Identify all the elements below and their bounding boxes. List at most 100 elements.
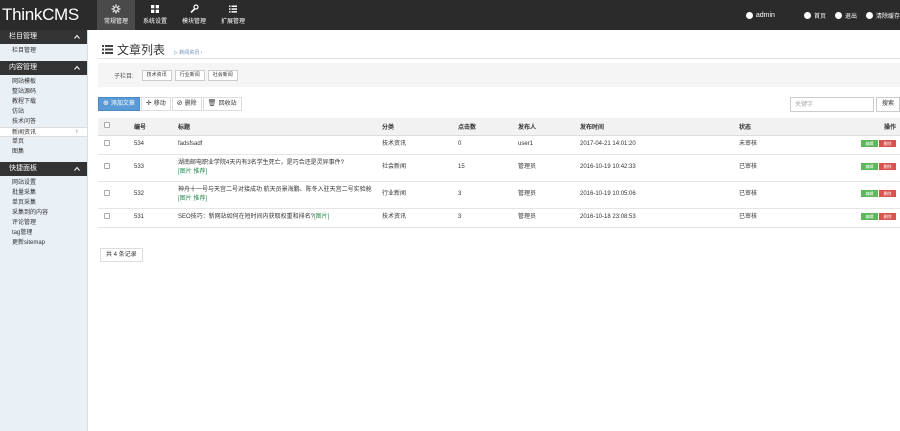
power-icon	[834, 11, 842, 19]
breadcrumb[interactable]: ▷ 新闻资讯 ›	[174, 49, 202, 56]
chevron-up-icon	[74, 34, 80, 39]
article-title-link[interactable]: fadsfsadf	[178, 141, 202, 147]
tab-system-settings[interactable]: 系统设置	[136, 0, 174, 30]
sidebar-item-news-active[interactable]: 新闻资讯	[0, 127, 87, 137]
cell-ops: 编辑 删除	[860, 181, 900, 209]
cell-author: user1	[518, 135, 580, 155]
sidebar-item[interactable]: 批量采集	[0, 188, 87, 198]
tab-label: 系统设置	[142, 19, 167, 25]
sidebar-group-column-management[interactable]: 栏目管理	[0, 30, 87, 44]
table-row: 531 SEO技巧：新网站如何在短时间内获取权重和排名?[图片] 技术资讯 3 …	[98, 208, 900, 228]
tab-label: 模块管理	[181, 19, 206, 25]
table-header-row: 编号 标题 分类 点击数 发布人 发布时间 状态 操作	[98, 118, 900, 136]
clear-cache-link[interactable]: 清除缓存	[865, 11, 900, 20]
wrench-icon	[190, 4, 199, 14]
recycle-bin-button[interactable]: 🗑 回收站	[202, 97, 242, 111]
chevron-up-icon	[74, 166, 80, 171]
home-link[interactable]: 首页	[803, 11, 826, 20]
delete-row-button[interactable]: 删除	[879, 213, 896, 220]
tab-module-management[interactable]: 模块管理	[175, 0, 213, 30]
page-title: 文章列表	[117, 43, 166, 57]
sidebar-group-content-management[interactable]: 内容管理	[0, 61, 87, 75]
sidebar-item[interactable]: 仿站	[0, 107, 87, 117]
sidebar-item[interactable]: 技术问答	[0, 117, 87, 127]
sidebar-item[interactable]: 整站源码	[0, 87, 87, 97]
record-count: 共 4 条记录	[100, 248, 143, 262]
cell-time: 2016-10-19 10:42:33	[580, 154, 739, 182]
edit-button[interactable]: 编辑	[861, 140, 878, 147]
article-title-link[interactable]: 湖南邮电职业学院4天内有3名学生死亡，是巧合还是灵异事件?	[178, 160, 344, 166]
home-icon	[803, 11, 811, 19]
search-input[interactable]	[790, 97, 874, 112]
search-button[interactable]: 搜索	[876, 97, 900, 112]
user-icon	[745, 11, 753, 19]
sidebar-group-items: 网站模板 整站源码 教程下载 仿站 技术问答 新闻资讯 单页 图集	[0, 75, 87, 160]
cell-author: 管理员	[518, 208, 580, 228]
row-checkbox-cell	[98, 154, 134, 182]
header-divider	[98, 58, 900, 59]
cell-title: 湖南邮电职业学院4天内有3名学生死亡，是巧合还是灵异事件? [图片 推荐]	[178, 154, 382, 182]
row-checkbox[interactable]	[104, 162, 110, 169]
table-row: 534 fadsfsadf 技术资讯 0 user1 2017-04-21 14…	[98, 135, 900, 155]
subcategory-button[interactable]: 社会新闻	[207, 69, 238, 81]
edit-button[interactable]: 编辑	[861, 190, 878, 197]
row-checkbox[interactable]	[104, 189, 110, 196]
edit-button[interactable]: 编辑	[861, 213, 878, 220]
sidebar-item[interactable]: 更新sitemap	[0, 238, 87, 248]
plus-circle-icon: ⊕	[103, 100, 109, 107]
subcategory-button[interactable]: 行业新闻	[174, 69, 205, 81]
chevron-up-icon	[74, 65, 80, 70]
tab-extension-management[interactable]: 扩展管理	[214, 0, 252, 30]
table-row: 533 湖南邮电职业学院4天内有3名学生死亡，是巧合还是灵异事件? [图片 推荐]…	[98, 154, 900, 182]
delete-button[interactable]: ⊘ 删除	[171, 97, 202, 111]
cell-author: 管理员	[518, 154, 580, 182]
cell-time: 2016-10-19 10:05:06	[580, 181, 739, 209]
cell-status: 已审核	[739, 181, 860, 209]
sidebar-item[interactable]: 网站设置	[0, 178, 87, 188]
sidebar-item[interactable]: 单页采集	[0, 198, 87, 208]
user-menu[interactable]: admin	[745, 11, 775, 19]
header-status: 状态	[739, 118, 860, 136]
delete-row-button[interactable]: 删除	[879, 190, 896, 197]
edit-button[interactable]: 编辑	[861, 163, 878, 170]
header-category: 分类	[382, 118, 458, 136]
cell-id: 532	[134, 181, 178, 209]
sidebar-item[interactable]: 网站模板	[0, 77, 87, 87]
article-table: 编号 标题 分类 点击数 发布人 发布时间 状态 操作 534 fadsfsad…	[98, 118, 900, 228]
sidebar-item[interactable]: 教程下载	[0, 97, 87, 107]
article-title-link[interactable]: 神舟十一号与天宫二号对接成功 航天员景海鹏、陈冬入驻天宫二号实验舱	[178, 187, 372, 193]
article-tags: [图片 推荐]	[178, 195, 208, 202]
sidebar-item[interactable]: 栏目管理	[0, 46, 87, 56]
article-title-link[interactable]: SEO技巧：新网站如何在短时间内获取权重和排名?	[178, 214, 314, 220]
row-checkbox-cell	[98, 181, 134, 209]
subcategory-button[interactable]: 技术资讯	[141, 69, 172, 81]
sidebar-item[interactable]: 评论管理	[0, 218, 87, 228]
cell-category: 社会新闻	[382, 154, 458, 182]
subcategory-label: 子栏目:	[114, 73, 134, 80]
cell-category: 技术资讯	[382, 208, 458, 228]
sidebar-item[interactable]: 单页	[0, 137, 87, 147]
cell-title: 神舟十一号与天宫二号对接成功 航天员景海鹏、陈冬入驻天宫二号实验舱 [图片 推荐]	[178, 181, 382, 209]
logout-link[interactable]: 退出	[834, 11, 857, 20]
logout-label: 退出	[844, 13, 857, 20]
cell-id: 531	[134, 208, 178, 228]
cell-ops: 编辑 删除	[860, 135, 900, 155]
delete-row-button[interactable]: 删除	[879, 140, 896, 147]
select-all-checkbox[interactable]	[104, 122, 110, 129]
add-article-button[interactable]: ⊕ 添加文章	[98, 97, 140, 111]
header-title: 标题	[178, 118, 382, 136]
sidebar-item[interactable]: tag管理	[0, 228, 87, 238]
sidebar-item[interactable]: 采集到的内容	[0, 208, 87, 218]
top-navbar: ThinkCMS 常规管理 系统设置 模块管理 扩展管理 admin 首页 退出…	[0, 0, 900, 30]
cell-time: 2016-10-18 23:08:53	[580, 208, 739, 228]
tab-general[interactable]: 常规管理	[97, 0, 135, 30]
brand-logo[interactable]: ThinkCMS	[0, 0, 88, 30]
delete-row-button[interactable]: 删除	[879, 163, 896, 170]
sidebar-item[interactable]: 图集	[0, 147, 87, 157]
row-checkbox[interactable]	[104, 212, 110, 219]
header-time: 发布时间	[580, 118, 739, 136]
move-button[interactable]: ✛ 移动	[140, 97, 171, 111]
row-checkbox[interactable]	[104, 139, 110, 146]
sidebar-group-quick-panel[interactable]: 快捷面板	[0, 162, 87, 176]
cell-title: fadsfsadf	[178, 135, 382, 155]
